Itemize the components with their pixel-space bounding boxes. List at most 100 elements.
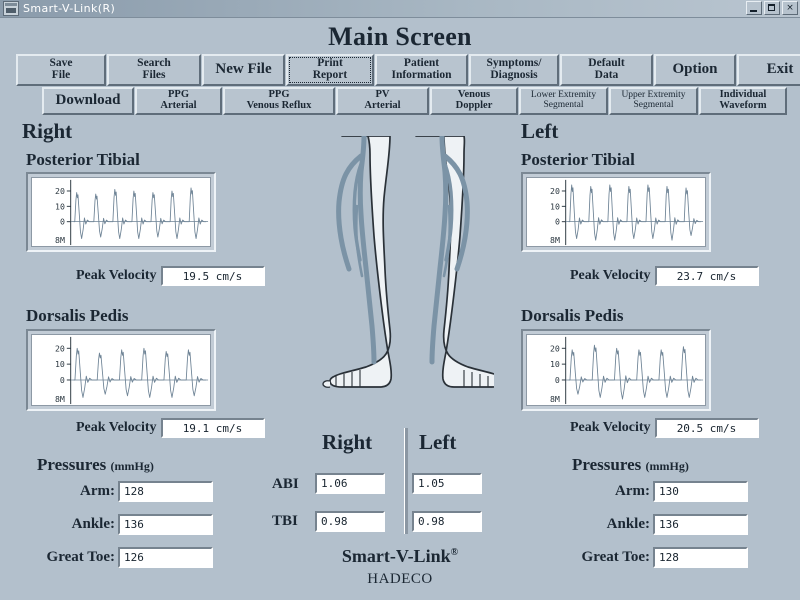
y-axis-tick-label: 0 xyxy=(60,375,65,385)
right-ankle-value[interactable]: 136 xyxy=(118,514,213,535)
toolbar-button-lower-extremity-segmental[interactable]: Lower Extremity Segmental xyxy=(519,87,608,115)
y-axis-tick-label: 0 xyxy=(555,375,560,385)
button-label-line1: Option xyxy=(672,61,718,78)
toolbar-button-upper-extremity-segmental[interactable]: Upper Extremity Segmental xyxy=(609,87,698,115)
y-axis-tick-label: 0 xyxy=(555,217,560,227)
toolbar-button-save-file[interactable]: Save File xyxy=(16,54,106,86)
abi-right-value[interactable]: 1.06 xyxy=(315,473,385,494)
toolbar-button-individual-waveform[interactable]: Individual Waveform xyxy=(699,87,787,115)
peak-velocity-value[interactable]: 19.5 cm/s xyxy=(160,266,265,286)
toolbar-button-default-data[interactable]: Default Data xyxy=(560,54,653,86)
right-arm-value[interactable]: 128 xyxy=(118,481,213,502)
left-ankle-value[interactable]: 136 xyxy=(653,514,748,535)
brand-name: Smart-V-Link® xyxy=(0,546,800,567)
button-label-line2: Segmental xyxy=(543,100,584,110)
button-label-line1: Download xyxy=(55,92,121,109)
peak-velocity-value[interactable]: 19.1 cm/s xyxy=(160,418,265,438)
abi-label: ABI xyxy=(272,476,299,492)
button-label-line2: Segmental xyxy=(633,100,674,110)
right-ankle-label: Ankle: xyxy=(71,516,115,532)
peak-velocity-label: Peak Velocity xyxy=(570,268,651,283)
right-dorsalis-pedis-peak-velocity: Peak Velocity 19.1 cm/s xyxy=(76,418,282,438)
toolbar-button-venous-doppler[interactable]: Venous Doppler xyxy=(430,87,518,115)
right-posterior-tibial-chart[interactable]: 20 10 0 8M xyxy=(26,172,216,252)
peak-velocity-label: Peak Velocity xyxy=(570,420,651,435)
button-label-line2: Arterial xyxy=(160,100,197,111)
left-arm-value[interactable]: 130 xyxy=(653,481,748,502)
button-label-line2: Files xyxy=(142,69,166,81)
toolbar-button-option[interactable]: Option xyxy=(654,54,736,86)
tbi-left-value[interactable]: 0.98 xyxy=(412,511,482,532)
toolbar-button-download[interactable]: Download xyxy=(42,87,134,115)
toolbar-button-search-files[interactable]: Search Files xyxy=(107,54,201,86)
toolbar-button-pv-arterial[interactable]: PV Arterial xyxy=(336,87,429,115)
secondary-toolbar: Download PPG Arterial PPG Venous Reflux PV Art… xyxy=(42,87,788,115)
left-posterior-tibial-title: Posterior Tibial xyxy=(521,150,635,169)
brand-text: Smart-V-Link xyxy=(341,546,451,566)
pressures-unit: (mmHg) xyxy=(645,459,689,473)
toolbar-button-patient-information[interactable]: Patient Information xyxy=(375,54,468,86)
scale-label: 8M xyxy=(550,394,560,404)
window-controls: × xyxy=(746,1,798,15)
peak-velocity-value[interactable]: 23.7 cm/s xyxy=(654,266,759,286)
left-dorsalis-pedis-chart[interactable]: 20 10 0 8M xyxy=(521,329,711,411)
button-label-line2: File xyxy=(51,69,71,81)
y-axis-tick-label: 20 xyxy=(550,186,560,196)
left-side-label: Left xyxy=(521,119,559,143)
left-posterior-tibial-chart[interactable]: 20 10 0 8M xyxy=(521,172,711,252)
y-axis-tick-label: 10 xyxy=(550,359,560,369)
waveform-trace xyxy=(568,184,702,241)
waveform-trace xyxy=(73,347,206,398)
button-label-line2: Venous Reflux xyxy=(246,100,312,111)
right-dorsalis-pedis-title: Dorsalis Pedis xyxy=(26,306,129,325)
chart-plot-area: 20 10 0 8M xyxy=(526,334,706,406)
left-dorsalis-pedis-title: Dorsalis Pedis xyxy=(521,306,624,325)
toolbar-button-print-report[interactable]: Print Report xyxy=(286,54,374,86)
button-label-line2: Diagnosis xyxy=(490,69,538,81)
indices-divider xyxy=(404,428,408,534)
button-label-line1: Exit xyxy=(766,61,794,78)
right-dorsalis-pedis-chart[interactable]: 20 10 0 8M xyxy=(26,329,216,411)
button-label-line2: Report xyxy=(312,69,348,81)
y-axis-tick-label: 0 xyxy=(60,217,65,227)
y-axis-tick-label: 10 xyxy=(55,359,65,369)
toolbar-button-new-file[interactable]: New File xyxy=(202,54,285,86)
close-icon[interactable]: × xyxy=(782,1,798,15)
tbi-right-value[interactable]: 0.98 xyxy=(315,511,385,532)
button-label-line2: Doppler xyxy=(455,100,493,111)
toolbar-button-ppg-venous-reflux[interactable]: PPG Venous Reflux xyxy=(223,87,335,115)
right-posterior-tibial-peak-velocity: Peak Velocity 19.5 cm/s xyxy=(76,266,282,286)
scale-label: 8M xyxy=(550,235,560,245)
y-axis-tick-label: 20 xyxy=(55,186,65,196)
toolbar-button-symptoms-diagnosis[interactable]: Symptoms/Diagnosis xyxy=(469,54,559,86)
title-bar: Smart-V-Link(R) × xyxy=(0,0,800,18)
tbi-label: TBI xyxy=(272,513,298,529)
waveform-svg: 20 10 0 8M xyxy=(55,179,209,245)
waveform-svg: 20 10 0 8M xyxy=(550,336,704,404)
left-ankle-label: Ankle: xyxy=(606,516,650,532)
window-title: Smart-V-Link(R) xyxy=(23,2,116,15)
waveform-trace xyxy=(73,187,207,239)
right-pressures-title: Pressures (mmHg) xyxy=(37,455,154,475)
application-window: Smart-V-Link(R) × Main Screen Save File Se… xyxy=(0,0,800,600)
left-posterior-tibial-peak-velocity: Peak Velocity 23.7 cm/s xyxy=(570,266,776,286)
pressures-unit: (mmHg) xyxy=(110,459,154,473)
peak-velocity-value[interactable]: 20.5 cm/s xyxy=(654,418,759,438)
indices-right-header: Right xyxy=(322,430,373,454)
y-axis-tick-label: 10 xyxy=(55,201,65,211)
button-label-line2: Information xyxy=(391,69,452,81)
scale-label: 8M xyxy=(55,235,65,245)
chart-plot-area: 20 10 0 8M xyxy=(31,334,211,406)
toolbar-button-ppg-arterial[interactable]: PPG Arterial xyxy=(135,87,222,115)
toolbar-button-exit[interactable]: Exit xyxy=(737,54,800,86)
abi-left-value[interactable]: 1.05 xyxy=(412,473,482,494)
minimize-icon[interactable] xyxy=(746,1,762,15)
button-label-line2: Arterial xyxy=(364,100,401,111)
chart-plot-area: 20 10 0 8M xyxy=(31,177,211,247)
y-axis-tick-label: 20 xyxy=(550,343,560,353)
app-icon xyxy=(3,1,19,16)
right-arm-label: Arm: xyxy=(80,483,115,499)
scale-label: 8M xyxy=(55,394,65,404)
maximize-icon[interactable] xyxy=(764,1,780,15)
page-title: Main Screen xyxy=(328,22,472,51)
